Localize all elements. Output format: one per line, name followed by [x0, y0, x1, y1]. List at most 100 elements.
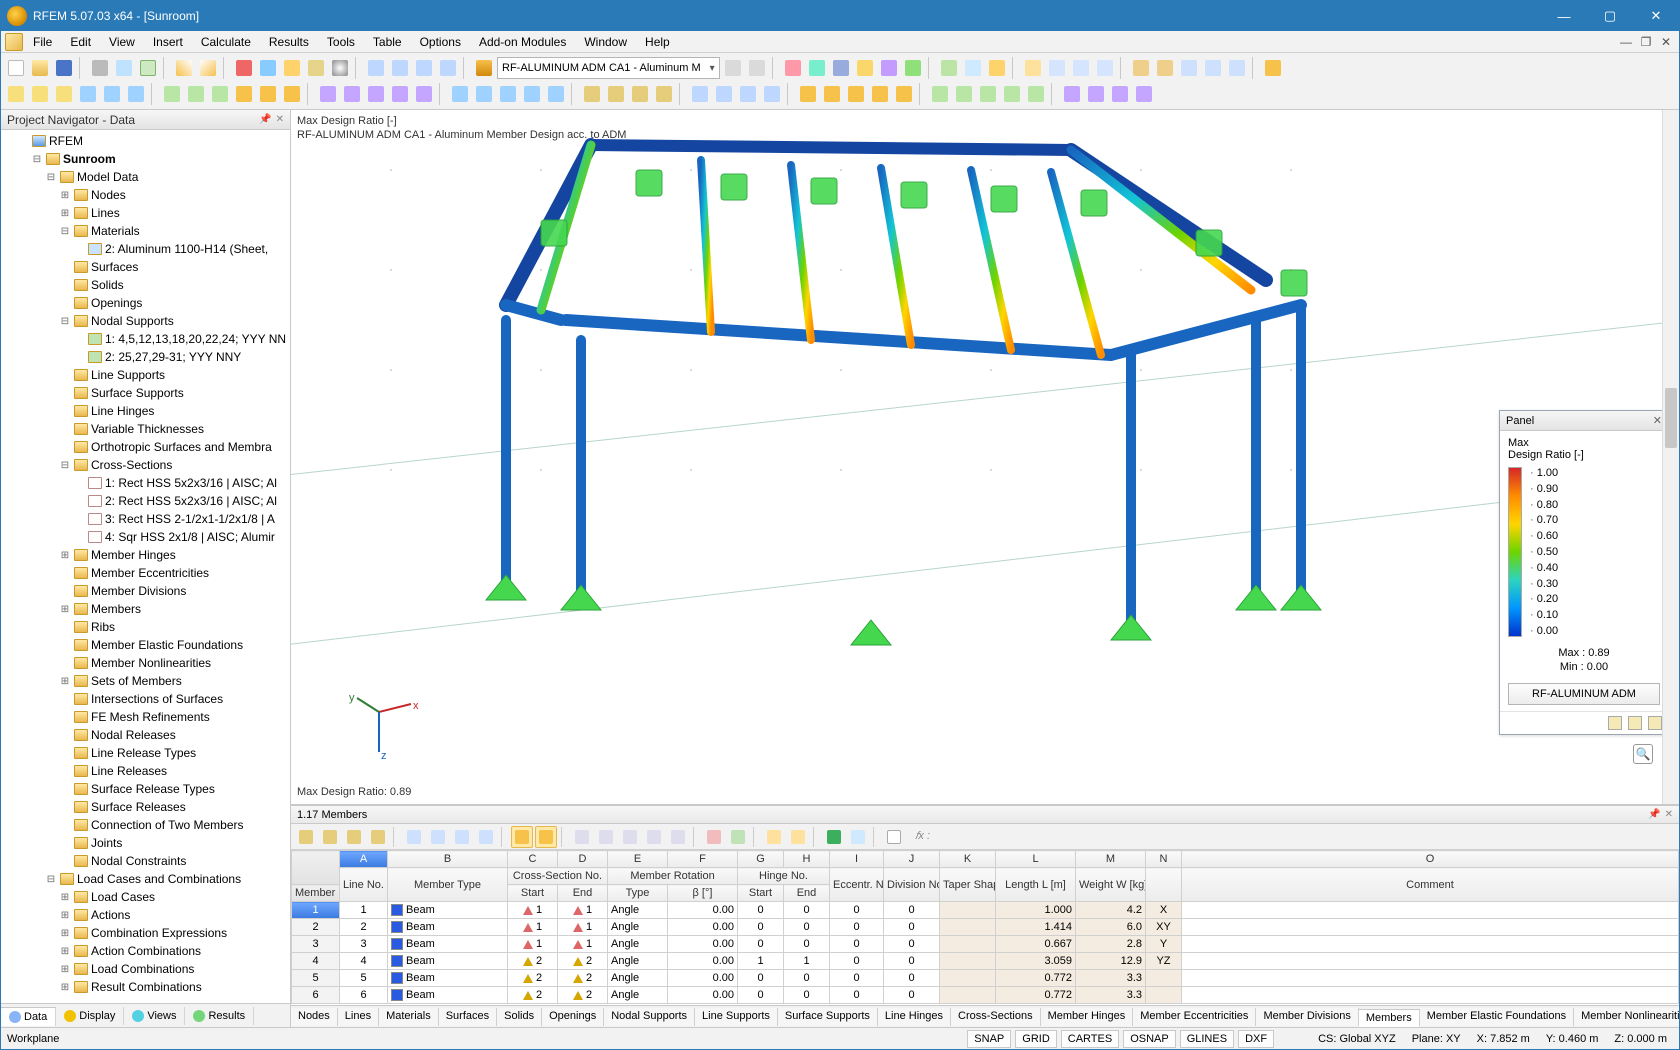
tb-res1-icon[interactable]: [782, 57, 804, 79]
tb-cut-icon[interactable]: [233, 57, 255, 79]
gtb-sel1-icon[interactable]: [511, 826, 533, 848]
tb2-24-icon[interactable]: [605, 83, 627, 105]
row-header[interactable]: 1: [292, 902, 340, 919]
obj-tab-lines[interactable]: Lines: [338, 1008, 379, 1026]
tb2-1-icon[interactable]: [5, 83, 27, 105]
tree-nodal-rel[interactable]: Nodal Releases: [91, 728, 176, 742]
tb2-39-icon[interactable]: [1001, 83, 1023, 105]
menu-edit[interactable]: Edit: [62, 33, 99, 51]
gtb-nav4-icon[interactable]: [475, 826, 497, 848]
tree-surface-supports[interactable]: Surface Supports: [91, 386, 184, 400]
row-header[interactable]: 5: [292, 970, 340, 987]
tree-result-combo[interactable]: Result Combinations: [91, 980, 202, 994]
table-row[interactable]: 66Beam22Angle0.0000000.7723.3: [292, 987, 1679, 1004]
menu-addon-modules[interactable]: Add-on Modules: [471, 33, 574, 51]
tb-paste-icon[interactable]: [281, 57, 303, 79]
col-K[interactable]: K: [940, 851, 996, 868]
tb-misc5-icon[interactable]: [1226, 57, 1248, 79]
maximize-button[interactable]: ▢: [1587, 1, 1633, 31]
tb-draw2-icon[interactable]: [1046, 57, 1068, 79]
col-C[interactable]: C: [508, 851, 558, 868]
grid-pin-icon[interactable]: 📌: [1648, 809, 1660, 820]
gtb-sort-icon[interactable]: [787, 826, 809, 848]
col-A[interactable]: A: [340, 851, 388, 868]
tb2-5-icon[interactable]: [101, 83, 123, 105]
tb-undo-icon[interactable]: [173, 57, 195, 79]
gtb-nav1-icon[interactable]: [403, 826, 425, 848]
tree-openings[interactable]: Openings: [91, 296, 142, 310]
tb2-11-icon[interactable]: [257, 83, 279, 105]
tree-lrt[interactable]: Line Release Types: [91, 746, 196, 760]
tree-line-supports[interactable]: Line Supports: [91, 368, 165, 382]
tb-save-icon[interactable]: [53, 57, 75, 79]
tb2-29-icon[interactable]: [737, 83, 759, 105]
gtb-ed2-icon[interactable]: [595, 826, 617, 848]
tree-member-div[interactable]: Member Divisions: [91, 584, 186, 598]
tb2-32-icon[interactable]: [821, 83, 843, 105]
tb-search-icon[interactable]: [329, 57, 351, 79]
gtb-ed1-icon[interactable]: [571, 826, 593, 848]
status-grid[interactable]: GRID: [1015, 1030, 1057, 1048]
col-M[interactable]: M: [1076, 851, 1146, 868]
tree-combo-exp[interactable]: Combination Expressions: [91, 926, 227, 940]
tb2-26-icon[interactable]: [653, 83, 675, 105]
tree-material-1[interactable]: 2: Aluminum 1100-H14 (Sheet,: [105, 242, 268, 256]
tb-res6-icon[interactable]: [902, 57, 924, 79]
nav-tab-results[interactable]: Results: [185, 1007, 254, 1025]
status-cartes[interactable]: CARTES: [1061, 1030, 1119, 1048]
tree-nodal-con[interactable]: Nodal Constraints: [91, 854, 186, 868]
row-header[interactable]: 6: [292, 987, 340, 1004]
mdi-minimize-icon[interactable]: —: [1617, 35, 1635, 49]
tb-draw3-icon[interactable]: [1070, 57, 1092, 79]
col-F[interactable]: F: [668, 851, 738, 868]
tb2-3-icon[interactable]: [53, 83, 75, 105]
tb-misc3-icon[interactable]: [1178, 57, 1200, 79]
row-header[interactable]: 2: [292, 919, 340, 936]
gtb-4-icon[interactable]: [367, 826, 389, 848]
tb2-4-icon[interactable]: [77, 83, 99, 105]
tree-nodes[interactable]: Nodes: [91, 188, 126, 202]
menu-help[interactable]: Help: [637, 33, 678, 51]
gtb-ed4-icon[interactable]: [643, 826, 665, 848]
tree-lines[interactable]: Lines: [91, 206, 120, 220]
tree-lr[interactable]: Line Releases: [91, 764, 167, 778]
tree-lcc[interactable]: Load Cases and Combinations: [77, 872, 241, 886]
obj-tab-surfaces[interactable]: Surfaces: [439, 1008, 497, 1026]
legend-opt2-icon[interactable]: [1628, 716, 1642, 730]
obj-tab-line-hinges[interactable]: Line Hinges: [878, 1008, 951, 1026]
tb2-41-icon[interactable]: [1061, 83, 1083, 105]
col-E[interactable]: E: [608, 851, 668, 868]
tb-print-icon[interactable]: [89, 57, 111, 79]
app-menu-icon[interactable]: [5, 33, 23, 51]
gtb-nav3-icon[interactable]: [451, 826, 473, 848]
tb2-22-icon[interactable]: [545, 83, 567, 105]
obj-tab-member-eccentricities[interactable]: Member Eccentricities: [1133, 1008, 1256, 1026]
gtb-excel-icon[interactable]: [823, 826, 845, 848]
tb-view3-icon[interactable]: [413, 57, 435, 79]
status-snap[interactable]: SNAP: [967, 1030, 1011, 1048]
tb2-27-icon[interactable]: [689, 83, 711, 105]
tb2-6-icon[interactable]: [125, 83, 147, 105]
col-I[interactable]: I: [830, 851, 884, 868]
tb2-13-icon[interactable]: [317, 83, 339, 105]
tree-line-hinges[interactable]: Line Hinges: [91, 404, 154, 418]
tb-open-icon[interactable]: [29, 57, 51, 79]
tb-res2-icon[interactable]: [806, 57, 828, 79]
col-D[interactable]: D: [558, 851, 608, 868]
tree-cs4[interactable]: 4: Sqr HSS 2x1/8 | AISC; Alumir: [105, 530, 275, 544]
tree-materials[interactable]: Materials: [91, 224, 140, 238]
tb-copy-icon[interactable]: [257, 57, 279, 79]
gtb-2-icon[interactable]: [319, 826, 341, 848]
tb2-37-icon[interactable]: [953, 83, 975, 105]
tb-edit-icon[interactable]: [305, 57, 327, 79]
tb-results-icon[interactable]: [986, 57, 1008, 79]
tree-fe-mesh[interactable]: FE Mesh Refinements: [91, 710, 210, 724]
nav-tab-views[interactable]: Views: [124, 1007, 185, 1025]
table-row[interactable]: 11Beam11Angle0.0000001.0004.2X: [292, 902, 1679, 919]
tree-srt[interactable]: Surface Release Types: [91, 782, 215, 796]
tb-view1-icon[interactable]: [365, 57, 387, 79]
gtb-nav2-icon[interactable]: [427, 826, 449, 848]
legend-panel[interactable]: Panel✕ Max Design Ratio [-] 1.00 0.90 0.…: [1499, 410, 1669, 735]
obj-tab-nodal-supports[interactable]: Nodal Supports: [604, 1008, 695, 1026]
menu-options[interactable]: Options: [412, 33, 469, 51]
